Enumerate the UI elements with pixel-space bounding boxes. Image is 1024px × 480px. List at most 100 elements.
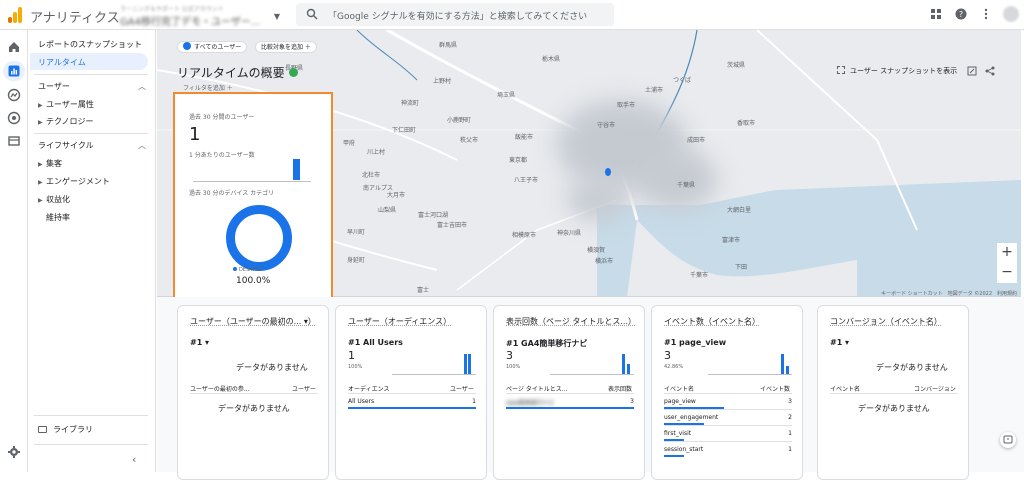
table-row-key[interactable]: first_visit <box>664 430 691 437</box>
event-count-card: イベント数（イベント名） #1 page_view 3 42.86% イベント名… <box>651 305 803 480</box>
chevron-up-icon[interactable]: ︿ <box>138 140 146 151</box>
chevron-down-icon: ▼ <box>273 12 280 21</box>
column-header: イベント名 <box>830 386 861 393</box>
snapshot-icon <box>837 66 845 74</box>
expand-arrow-icon: ▶ <box>38 179 43 186</box>
map-place-label: 下田 <box>735 264 748 271</box>
more-vert-icon[interactable] <box>980 8 992 20</box>
map-place-label: 横浜市 <box>595 258 614 265</box>
device-percent: 100.0% <box>236 276 271 286</box>
divider <box>348 393 476 394</box>
apps-grid-icon[interactable] <box>930 8 942 20</box>
sidebar-item-snapshot[interactable]: レポートのスナップショット <box>38 39 142 50</box>
feedback-icon <box>1003 435 1013 444</box>
add-filter-button[interactable]: フィルタを追加 ＋ <box>183 83 233 92</box>
user-snapshot-button[interactable]: ユーザー スナップショットを表示 <box>837 66 957 76</box>
map-place-label: 身延町 <box>347 257 366 264</box>
card-rank[interactable]: #1 ▾ <box>830 338 849 347</box>
share-icon[interactable] <box>985 66 995 76</box>
top-bar: アナリティクス ラーニング＆サポート 公式アカウント GA4移行完了デモ・ユーザ… <box>0 0 1024 30</box>
card-rank[interactable]: #1 page_view <box>664 338 726 347</box>
help-icon[interactable]: ? <box>955 8 967 20</box>
sidebar-item-demographics[interactable]: ▶ ユーザー属性 <box>38 99 94 110</box>
legend-dot <box>233 267 237 271</box>
zoom-out-button[interactable]: − <box>997 263 1017 283</box>
table-row-value: 1 <box>472 398 476 405</box>
column-header: イベント数 <box>760 386 791 393</box>
sidebar-item-library[interactable]: ライブラリ <box>38 424 93 435</box>
expand-arrow-icon: ▶ <box>38 161 43 168</box>
feedback-button[interactable] <box>1000 432 1016 448</box>
map-place-label: 千葉市 <box>690 272 709 279</box>
card-title[interactable]: 表示回数（ページ タイトルとス...） <box>506 317 636 326</box>
advertising-icon[interactable] <box>7 111 21 125</box>
card-percent: 100% <box>348 364 363 370</box>
table-row-key[interactable]: session_start <box>664 446 703 453</box>
reports-icon[interactable] <box>7 64 21 78</box>
configure-icon[interactable] <box>7 134 21 148</box>
avatar[interactable] <box>1003 6 1019 22</box>
map-place-label: 大網白里 <box>727 207 752 214</box>
chart-axis <box>193 181 311 182</box>
sidebar-item-technology[interactable]: ▶ テクノロジー <box>38 116 94 127</box>
sidebar-item-realtime[interactable]: リアルタイム <box>38 57 86 68</box>
map-place-label: 群馬県 <box>439 42 458 49</box>
card-title[interactable]: イベント数（イベント名） <box>664 317 794 326</box>
analytics-logo-icon[interactable] <box>8 7 22 23</box>
sidebar-item-monetization[interactable]: ▶ 収益化 <box>38 194 70 205</box>
svg-text:?: ? <box>959 10 963 19</box>
map-place-label: 富津市 <box>722 237 741 244</box>
property-name: GA4移行完了デモ・ユーザー... <box>120 17 261 28</box>
card-value: 3 <box>664 349 671 362</box>
divider <box>830 393 958 394</box>
sidebar-section-lifecycle[interactable]: ライフサイクル <box>38 140 94 151</box>
map-place-label: 川上村 <box>367 149 386 156</box>
card-title[interactable]: ユーザー（ユーザーの最初の... ▾） <box>190 317 320 326</box>
account-selector[interactable]: ラーニング＆サポート 公式アカウント GA4移行完了デモ・ユーザー... ▼ <box>120 4 280 28</box>
divider <box>190 393 318 394</box>
map-attribution: キーボード ショートカット 地図データ ©2022 利用規約 <box>881 291 1017 297</box>
home-icon[interactable] <box>7 40 21 54</box>
card-title[interactable]: ユーザー（オーディエンス） <box>348 317 478 326</box>
comparison-chip-all-users[interactable]: すべてのユーザー <box>177 41 248 53</box>
card-rank[interactable]: #1 All Users <box>348 338 403 347</box>
settings-gear-icon[interactable] <box>7 445 21 459</box>
collapse-chevron-icon[interactable]: ‹ <box>132 453 136 466</box>
row-bar <box>664 455 684 457</box>
mini-bar <box>464 354 467 374</box>
realtime-cards-area: ユーザー（ユーザーの最初の... ▾） #1 ▾ データがありません ユーザーの… <box>157 297 1024 480</box>
mini-bar <box>622 354 625 374</box>
table-row-key[interactable]: All Users <box>348 398 374 405</box>
zoom-in-button[interactable]: + <box>997 243 1017 263</box>
row-bar <box>348 407 476 409</box>
table-row-key[interactable]: user_engagement <box>664 414 718 421</box>
sidebar-item-acquisition[interactable]: ▶ 集客 <box>38 158 62 169</box>
users-by-audience-card: ユーザー（オーディエンス） #1 All Users 1 100% オーディエン… <box>335 305 487 480</box>
card-title[interactable]: コンバージョン（イベント名） <box>830 317 960 326</box>
card-rank[interactable]: #1 ▾ <box>190 338 209 347</box>
sidebar-item-engagement[interactable]: ▶ エンゲージメント <box>38 176 110 187</box>
no-data-message: データがありません <box>876 363 948 372</box>
sidebar-section-user[interactable]: ユーザー <box>38 81 70 92</box>
chevron-up-icon[interactable]: ︿ <box>138 81 146 92</box>
table-row-key[interactable]: GA4簡単移行ナビ <box>506 398 555 407</box>
search-bar[interactable]: 「Google シグナルを有効にする方法」と検索してみてください <box>296 3 614 26</box>
map-place-label: 下仁田町 <box>392 127 417 134</box>
card-value: 1 <box>348 349 355 362</box>
no-data-message: データがありません <box>218 404 290 413</box>
app-title: アナリティクス <box>30 11 120 26</box>
device-donut-chart[interactable] <box>226 205 292 271</box>
map-place-label: 北杜市 <box>362 172 381 179</box>
divider <box>664 409 792 410</box>
explore-icon[interactable] <box>7 88 21 102</box>
map-location-marker[interactable] <box>605 168 611 176</box>
customize-report-icon[interactable] <box>967 66 977 76</box>
card-rank[interactable]: #1 GA4簡単移行ナビ <box>506 338 587 349</box>
add-comparison-button[interactable]: 比較対象を追加 ＋ <box>255 41 317 53</box>
sidebar-item-retention[interactable]: 維持率 <box>38 212 70 223</box>
map-place-label: 香取市 <box>737 120 756 127</box>
table-row-key[interactable]: page_view <box>664 398 696 405</box>
report-sidebar: レポートのスナップショット リアルタイム ユーザー ︿ ▶ ユーザー属性 ▶ テクノ… <box>28 30 156 472</box>
map-place-label: 埼玉県 <box>497 92 516 99</box>
map-place-label: 成田市 <box>687 137 706 144</box>
